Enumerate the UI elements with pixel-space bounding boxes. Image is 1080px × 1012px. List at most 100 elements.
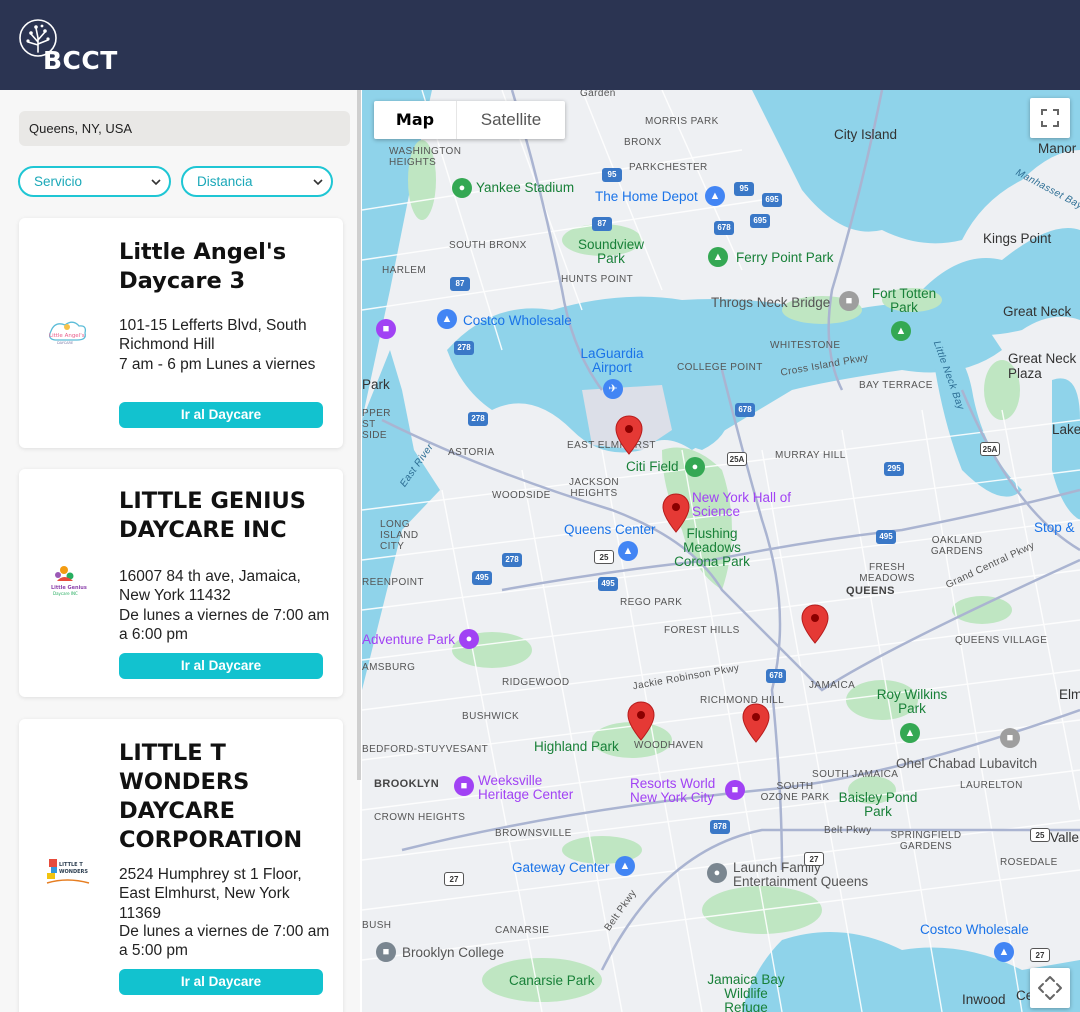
daycare-name: LITTLE GENIUS DAYCARE INC xyxy=(119,488,306,543)
highway-shield: 95 xyxy=(602,168,622,182)
map-label: Roy Wilkins Park xyxy=(876,687,948,716)
museum-icon[interactable]: ■ xyxy=(454,776,474,796)
highway-shield: 695 xyxy=(750,214,770,228)
daycare-hours: De lunes a viernes de 7:00 am a 5:00 pm xyxy=(119,923,330,960)
map-label: MURRAY HILL xyxy=(775,450,846,461)
daycare-name: Little Angel's Daycare 3 xyxy=(119,239,287,294)
map-label: The Home Depot xyxy=(595,189,698,204)
map-label: LONG ISLAND CITY xyxy=(380,519,419,552)
go-to-daycare-button[interactable]: Ir al Daycare xyxy=(119,402,323,428)
daycare-marker-icon[interactable] xyxy=(662,493,690,533)
map-label: Park xyxy=(362,377,390,392)
airport-icon[interactable]: ✈ xyxy=(603,379,623,399)
daycare-marker-icon[interactable] xyxy=(801,604,829,644)
map-label: SOUTH BRONX xyxy=(449,240,527,251)
daycare-marker-icon[interactable] xyxy=(627,701,655,741)
map-type-control: Map Satellite xyxy=(374,101,565,139)
shopping-bag-icon[interactable]: ▲ xyxy=(994,942,1014,962)
shopping-bag-icon[interactable]: ▲ xyxy=(705,186,725,206)
tree-icon[interactable]: ▲ xyxy=(900,723,920,743)
little-angels-logo-icon: Little Angel's DAYCARE xyxy=(49,321,87,345)
daycare-marker-icon[interactable] xyxy=(742,703,770,743)
map-label: Belt Pkwy xyxy=(824,825,872,836)
map-label: Adventure Park xyxy=(362,632,456,647)
map-label: Great Neck xyxy=(1003,304,1072,319)
map-type-map-button[interactable]: Map xyxy=(374,101,456,139)
highway-shield: 27 xyxy=(444,872,464,886)
highway-shield: 278 xyxy=(468,412,488,426)
highway-shield: 495 xyxy=(472,571,492,585)
map-type-satellite-button[interactable]: Satellite xyxy=(456,101,565,139)
map-label: Queens Center xyxy=(564,522,656,537)
daycare-hours: De lunes a viernes de 7:00 am a 6:00 pm xyxy=(119,607,330,644)
daycare-card[interactable]: Little Genius Daycare INC LITTLE GENIUS … xyxy=(19,469,343,697)
map-label: BROWNSVILLE xyxy=(495,828,572,839)
map-label: WHITESTONE xyxy=(770,340,841,351)
highway-shield: 695 xyxy=(762,193,782,207)
university-icon[interactable]: ■ xyxy=(376,942,396,962)
distance-filter-label: Distancia xyxy=(197,174,253,189)
map-label: AMSBURG xyxy=(362,662,416,673)
map-label: RIDGEWOOD xyxy=(502,677,570,688)
fullscreen-icon xyxy=(1041,109,1059,127)
move-arrows-icon xyxy=(1038,976,1062,1000)
camera-control-button[interactable] xyxy=(1030,968,1070,1008)
daycare-card[interactable]: Little Angel's DAYCARE Little Angel's Da… xyxy=(19,218,343,448)
go-to-daycare-button[interactable]: Ir al Daycare xyxy=(119,653,323,679)
daycare-address: 101-15 Lefferts Blvd, South Richmond Hil… xyxy=(119,317,307,354)
tree-icon[interactable]: ▲ xyxy=(708,247,728,267)
map-label: HARLEM xyxy=(382,265,427,276)
map-label: Kings Point xyxy=(983,231,1052,246)
sidebar-scrollbar[interactable] xyxy=(357,90,361,780)
place-icon[interactable]: ● xyxy=(707,863,727,883)
map-label: HUNTS POINT xyxy=(561,274,634,285)
tree-icon[interactable]: ▲ xyxy=(891,321,911,341)
map-label: Fort Totten Park xyxy=(871,286,937,315)
map-label: FOREST HILLS xyxy=(664,625,740,636)
highway-shield: 27 xyxy=(1030,948,1050,962)
stadium-icon[interactable]: ● xyxy=(452,178,472,198)
daycare-card[interactable]: LITTLE T WONDERS LITTLE T WONDERS DAYCAR… xyxy=(19,719,343,1012)
go-to-daycare-button[interactable]: Ir al Daycare xyxy=(119,969,323,995)
map-label: Weeksville Heritage Center xyxy=(478,773,574,802)
fullscreen-button[interactable] xyxy=(1030,98,1070,138)
map-label: ASTORIA xyxy=(448,447,495,458)
shopping-bag-icon[interactable]: ▲ xyxy=(615,856,635,876)
daycare-marker-icon[interactable] xyxy=(615,415,643,455)
map-label: WOODSIDE xyxy=(492,490,551,501)
svg-text:Daycare INC: Daycare INC xyxy=(53,591,78,596)
distance-filter-select[interactable]: Distancia xyxy=(181,166,333,197)
shopping-bag-icon[interactable]: ▲ xyxy=(618,541,638,561)
svg-text:Little Angel's: Little Angel's xyxy=(49,333,85,339)
map-label: Flushing Meadows Corona Park xyxy=(674,526,750,569)
location-search-input[interactable]: Queens, NY, USA xyxy=(19,111,350,146)
map-label: PPER ST SIDE xyxy=(362,408,391,441)
map-view[interactable]: Garden MORRIS PARK City Island Manor WAS… xyxy=(362,90,1080,1012)
museum-icon[interactable]: ■ xyxy=(376,319,396,339)
map-label: OAKLAND GARDENS xyxy=(930,535,984,557)
map-label: BUSH xyxy=(362,920,392,931)
map-label: CANARSIE xyxy=(495,925,550,936)
brand-logo[interactable]: BCCT xyxy=(18,18,128,75)
amusement-park-icon[interactable]: ● xyxy=(459,629,479,649)
map-label: MORRIS PARK xyxy=(645,116,719,127)
map-label: PARKCHESTER xyxy=(629,162,708,173)
highway-shield: 25 xyxy=(1030,828,1050,842)
casino-icon[interactable]: ■ xyxy=(725,780,745,800)
service-filter-select[interactable]: Servicio xyxy=(18,166,171,197)
map-label: Yankee Stadium xyxy=(476,180,575,195)
map-label: WOODHAVEN xyxy=(634,740,704,751)
highway-shield: 678 xyxy=(714,221,734,235)
landmark-icon[interactable]: ■ xyxy=(1000,728,1020,748)
stadium-icon[interactable]: ● xyxy=(685,457,705,477)
landmark-icon[interactable]: ■ xyxy=(839,291,859,311)
shopping-bag-icon[interactable]: ▲ xyxy=(437,309,457,329)
highway-shield: 295 xyxy=(884,462,904,476)
map-label: WASHINGTON HEIGHTS xyxy=(389,146,462,168)
map-label: Lake xyxy=(1052,422,1080,437)
svg-text:WONDERS: WONDERS xyxy=(59,869,88,875)
map-label: JACKSON HEIGHTS xyxy=(568,477,620,499)
map-label: Inwood xyxy=(962,992,1006,1007)
service-filter-label: Servicio xyxy=(34,174,83,189)
map-label: REGO PARK xyxy=(620,597,683,608)
